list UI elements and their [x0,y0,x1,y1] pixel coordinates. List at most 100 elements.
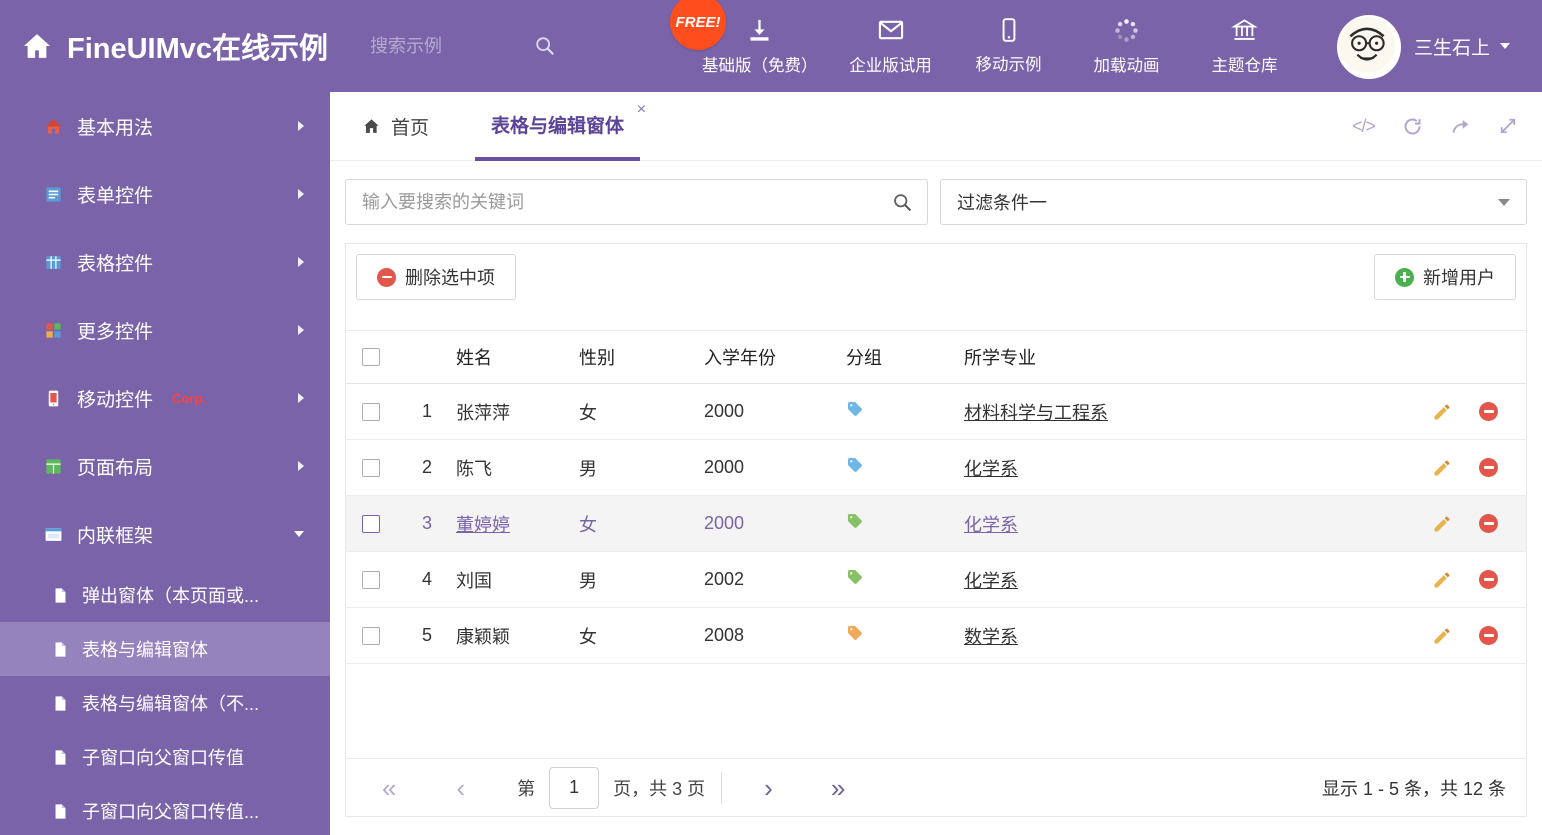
row-checkbox[interactable] [362,514,380,533]
user-menu[interactable]: 三生石上 [1414,0,1511,92]
major-link[interactable]: 材料科学与工程系 [964,403,1108,423]
edit-icon[interactable] [1432,402,1452,422]
search-icon[interactable] [892,192,913,213]
sidebar-item-mobile-controls[interactable]: 移动控件 Corp. [0,364,330,432]
row-checkbox[interactable] [362,626,380,645]
row-checkbox[interactable] [362,570,380,589]
row-year: 2000 [704,401,745,421]
nav-item-enterprise-trial[interactable]: 企业版试用 [832,0,950,92]
chevron-right-icon [298,325,304,335]
tag-icon [847,513,862,528]
major-link[interactable]: 化学系 [964,515,1018,535]
sidebar-item-grid-controls[interactable]: 表格控件 [0,228,330,296]
file-icon [52,749,69,766]
first-page-button[interactable]: « [382,775,396,801]
close-icon[interactable]: × [637,102,646,118]
tab-tools: </> [1352,92,1542,160]
row-gender: 女 [579,626,597,647]
search-icon[interactable] [534,35,556,57]
sidebar: 基本用法 表单控件 表格控件 更多控件 移动控件 Corp. 页面布局 内联框架… [0,92,330,835]
tab-grid-edit-window[interactable]: 表格与编辑窗体 × [475,92,646,161]
keyword-search-input[interactable] [360,190,892,214]
table-row: 4 刘国 男 2002 化学系 [346,552,1526,608]
edit-icon[interactable] [1432,570,1452,590]
nav-item-mobile-demo[interactable]: 移动示例 [950,0,1068,92]
sidebar-item-page-layout[interactable]: 页面布局 [0,432,330,500]
edit-icon[interactable] [1432,458,1452,478]
nav-item-theme-store[interactable]: 主题仓库 [1186,0,1304,92]
sidebar-item-basic-usage[interactable]: 基本用法 [0,92,330,160]
select-all-checkbox[interactable] [362,348,380,366]
major-link[interactable]: 数学系 [964,627,1018,647]
source-code-icon[interactable]: </> [1352,116,1376,137]
row-gender: 男 [579,458,597,479]
sidebar-subitem-popup-window[interactable]: 弹出窗体（本页面或... [0,568,330,622]
sidebar-subitem-grid-edit-window[interactable]: 表格与编辑窗体 [0,622,330,676]
sidebar-item-inline-frame[interactable]: 内联框架 [0,500,330,568]
table-icon [44,253,63,272]
delete-selected-button[interactable]: 删除选中项 [356,254,516,300]
sidebar-subitem-child-to-parent-2[interactable]: 子窗口向父窗口传值... [0,784,330,835]
minus-circle-icon [377,267,396,287]
sidebar-item-form-controls[interactable]: 表单控件 [0,160,330,228]
edit-icon[interactable] [1432,514,1452,534]
spinner-icon [1113,17,1140,44]
major-link[interactable]: 化学系 [964,571,1018,591]
sidebar-subitem-grid-edit-window-2[interactable]: 表格与编辑窗体（不... [0,676,330,730]
delete-icon[interactable] [1479,570,1498,589]
page-number-input[interactable] [549,766,600,809]
nav-item-loading-animation[interactable]: 加载动画 [1068,0,1186,92]
row-checkbox[interactable] [362,458,380,477]
col-header-major: 所学专业 [964,348,1036,368]
delete-icon[interactable] [1479,458,1498,477]
home-icon [22,31,52,61]
tag-icon [847,569,862,584]
page-label-suffix: 页，共 3 页 [613,778,706,799]
row-year: 2002 [704,569,745,589]
filter-dropdown[interactable]: 过滤条件一 [940,179,1527,225]
row-year: 2008 [704,625,745,645]
sidebar-item-label: 更多控件 [77,321,154,343]
tab-label: 表格与编辑窗体 [491,116,625,137]
last-page-button[interactable]: » [831,775,845,801]
delete-icon[interactable] [1479,402,1498,421]
username: 三生石上 [1414,37,1491,59]
major-link[interactable]: 化学系 [964,459,1018,479]
sidebar-item-label: 移动控件 [77,389,154,411]
delete-icon[interactable] [1479,626,1498,645]
avatar[interactable] [1337,15,1401,79]
app-title: FineUIMvc在线示例 [67,33,329,65]
sidebar-subitem-label: 弹出窗体（本页面或... [82,586,260,606]
download-icon [746,17,773,44]
sidebar-subitem-label: 子窗口向父窗口传值... [82,802,260,822]
filter-row: 过滤条件一 [345,179,1527,225]
home-icon [44,117,63,136]
share-icon[interactable] [1450,116,1471,137]
file-icon [52,803,69,820]
chevron-down-icon [1500,43,1511,49]
grid-header-row: 姓名 性别 入学年份 分组 所学专业 [346,330,1526,384]
layout-icon [44,457,63,476]
header-search-input[interactable] [368,34,523,58]
prev-page-button[interactable]: ‹ [456,775,465,801]
refresh-icon[interactable] [1402,116,1423,137]
add-user-button[interactable]: 新增用户 [1374,254,1516,300]
brand[interactable]: FineUIMvc在线示例 [0,25,328,67]
sidebar-item-more-controls[interactable]: 更多控件 [0,296,330,364]
sidebar-subitem-child-to-parent[interactable]: 子窗口向父窗口传值 [0,730,330,784]
header-search [368,34,556,58]
table-row: 2 陈飞 男 2000 化学系 [346,440,1526,496]
envelope-icon [877,16,905,44]
next-page-button[interactable]: › [764,775,773,801]
row-checkbox[interactable] [362,402,380,421]
edit-icon[interactable] [1432,626,1452,646]
tab-home[interactable]: 首页 [362,92,429,160]
expand-icon[interactable] [1498,116,1518,136]
app-header: FineUIMvc在线示例 FREE! 基础版（免费） 企业版试用 [0,0,1542,92]
sidebar-item-label: 表单控件 [77,185,154,207]
file-icon [52,641,69,658]
chevron-down-icon [1498,198,1510,206]
delete-icon[interactable] [1479,514,1498,533]
nav-item-basic-edition[interactable]: FREE! 基础版（免费） [670,0,832,92]
mobile-icon [996,17,1022,43]
